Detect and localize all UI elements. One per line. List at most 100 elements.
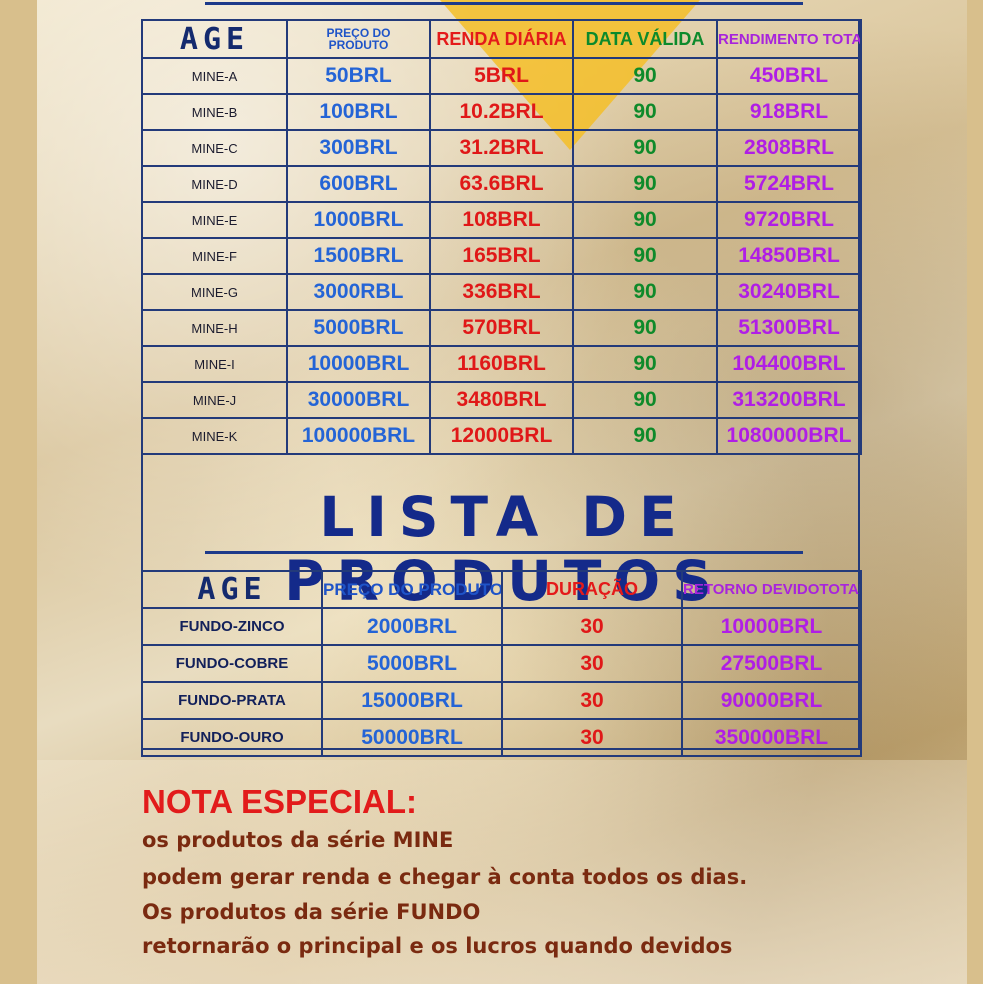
total-return: 450BRL xyxy=(716,57,862,95)
product-price: 10000BRL xyxy=(286,345,431,383)
daily-income: 570BRL xyxy=(429,309,574,347)
table-row: MINE-K 100000BRL 12000BRL 90 1080000BRL xyxy=(141,417,862,455)
fundo-duration: 30 xyxy=(501,607,683,646)
product-name: MINE-J xyxy=(141,381,288,419)
valid-days: 90 xyxy=(572,201,718,239)
valid-days: 90 xyxy=(572,345,718,383)
valid-days: 90 xyxy=(572,273,718,311)
product-name: MINE-A xyxy=(141,57,288,95)
fundo-table-header: AGE PREÇO DO PRODUTO DURAÇÃO RETORNO DEV… xyxy=(141,570,862,609)
total-return: 9720BRL xyxy=(716,201,862,239)
daily-income: 10.2BRL xyxy=(429,93,574,131)
product-name: MINE-H xyxy=(141,309,288,347)
table-row: MINE-G 3000RBL 336BRL 90 30240BRL xyxy=(141,273,862,311)
table-row: MINE-A 50BRL 5BRL 90 450BRL xyxy=(141,57,862,95)
fundo-duration: 30 xyxy=(501,644,683,683)
fundo-price: 5000BRL xyxy=(321,644,503,683)
daily-income: 165BRL xyxy=(429,237,574,275)
daily-income: 336BRL xyxy=(429,273,574,311)
total-return: 313200BRL xyxy=(716,381,862,419)
product-name: MINE-D xyxy=(141,165,288,203)
valid-days: 90 xyxy=(572,129,718,167)
fundo-return: 27500BRL xyxy=(681,644,862,683)
valid-days: 90 xyxy=(572,57,718,95)
note-title: NOTA ESPECIAL: xyxy=(142,783,418,820)
product-price: 100000BRL xyxy=(286,417,431,455)
fundo-header-return: RETORNO DEVIDOTOTAL xyxy=(681,570,862,609)
mine-table-header: AGE PREÇO DO PRODUTO RENDA DIÁRIA DATA V… xyxy=(141,19,862,59)
fundo-name: FUNDO-COBRE xyxy=(141,644,323,683)
table-row: MINE-B 100BRL 10.2BRL 90 918BRL xyxy=(141,93,862,131)
total-return: 2808BRL xyxy=(716,129,862,167)
fundo-price: 50000BRL xyxy=(321,718,503,757)
product-price: 300BRL xyxy=(286,129,431,167)
daily-income: 63.6BRL xyxy=(429,165,574,203)
fundo-table: AGE PREÇO DO PRODUTO DURAÇÃO RETORNO DEV… xyxy=(141,570,862,757)
daily-income: 12000BRL xyxy=(429,417,574,455)
total-return: 918BRL xyxy=(716,93,862,131)
table-row: FUNDO-COBRE 5000BRL 30 27500BRL xyxy=(141,644,862,683)
table-row: FUNDO-OURO 50000BRL 30 350000BRL xyxy=(141,718,862,757)
total-return: 30240BRL xyxy=(716,273,862,311)
valid-days: 90 xyxy=(572,165,718,203)
fundo-price: 15000BRL xyxy=(321,681,503,720)
fundo-name: FUNDO-OURO xyxy=(141,718,323,757)
fundo-duration: 30 xyxy=(501,718,683,757)
note-line: retornarão o principal e os lucros quand… xyxy=(142,934,733,958)
valid-days: 90 xyxy=(572,237,718,275)
total-return: 1080000BRL xyxy=(716,417,862,455)
table-row: FUNDO-ZINCO 2000BRL 30 10000BRL xyxy=(141,607,862,646)
table-row: MINE-E 1000BRL 108BRL 90 9720BRL xyxy=(141,201,862,239)
daily-income: 1160BRL xyxy=(429,345,574,383)
daily-income: 5BRL xyxy=(429,57,574,95)
table-row: MINE-D 600BRL 63.6BRL 90 5724BRL xyxy=(141,165,862,203)
product-price: 1500BRL xyxy=(286,237,431,275)
product-price: 3000RBL xyxy=(286,273,431,311)
product-price: 50BRL xyxy=(286,57,431,95)
top-rule xyxy=(205,2,803,5)
note-line: Os produtos da série FUNDO xyxy=(142,900,481,924)
table-row: MINE-I 10000BRL 1160BRL 90 104400BRL xyxy=(141,345,862,383)
product-name: MINE-I xyxy=(141,345,288,383)
product-name: MINE-B xyxy=(141,93,288,131)
total-return: 5724BRL xyxy=(716,165,862,203)
fundo-header-price: PREÇO DO PRODUTO xyxy=(321,570,503,609)
note-line: podem gerar renda e chegar à conta todos… xyxy=(142,865,748,889)
product-name: MINE-C xyxy=(141,129,288,167)
mine-table: AGE PREÇO DO PRODUTO RENDA DIÁRIA DATA V… xyxy=(141,19,862,455)
table-row: MINE-H 5000BRL 570BRL 90 51300BRL xyxy=(141,309,862,347)
valid-days: 90 xyxy=(572,93,718,131)
total-return: 14850BRL xyxy=(716,237,862,275)
product-price: 600BRL xyxy=(286,165,431,203)
note-line: os produtos da série MINE xyxy=(142,828,454,852)
header-price-line2: PRODUTO xyxy=(328,38,389,52)
product-price: 30000BRL xyxy=(286,381,431,419)
valid-days: 90 xyxy=(572,381,718,419)
product-name: MINE-K xyxy=(141,417,288,455)
product-price: 5000BRL xyxy=(286,309,431,347)
product-price: 1000BRL xyxy=(286,201,431,239)
fundo-header-duration: DURAÇÃO xyxy=(501,570,683,609)
valid-days: 90 xyxy=(572,309,718,347)
fundo-return: 10000BRL xyxy=(681,607,862,646)
fundo-header-age: AGE xyxy=(141,570,323,609)
daily-income: 3480BRL xyxy=(429,381,574,419)
fundo-name: FUNDO-PRATA xyxy=(141,681,323,720)
table-row: FUNDO-PRATA 15000BRL 30 90000BRL xyxy=(141,681,862,720)
fundo-duration: 30 xyxy=(501,681,683,720)
title-rule xyxy=(205,551,803,554)
fundo-return: 350000BRL xyxy=(681,718,862,757)
header-valid: DATA VÁLIDA xyxy=(572,19,718,59)
fundo-return: 90000BRL xyxy=(681,681,862,720)
header-daily: RENDA DIÁRIA xyxy=(429,19,574,59)
header-price: PREÇO DO PRODUTO xyxy=(286,19,431,59)
valid-days: 90 xyxy=(572,417,718,455)
product-name: MINE-G xyxy=(141,273,288,311)
table-row: MINE-F 1500BRL 165BRL 90 14850BRL xyxy=(141,237,862,275)
total-return: 51300BRL xyxy=(716,309,862,347)
table-row: MINE-C 300BRL 31.2BRL 90 2808BRL xyxy=(141,129,862,167)
product-name: MINE-F xyxy=(141,237,288,275)
table-row: MINE-J 30000BRL 3480BRL 90 313200BRL xyxy=(141,381,862,419)
product-price: 100BRL xyxy=(286,93,431,131)
daily-income: 108BRL xyxy=(429,201,574,239)
